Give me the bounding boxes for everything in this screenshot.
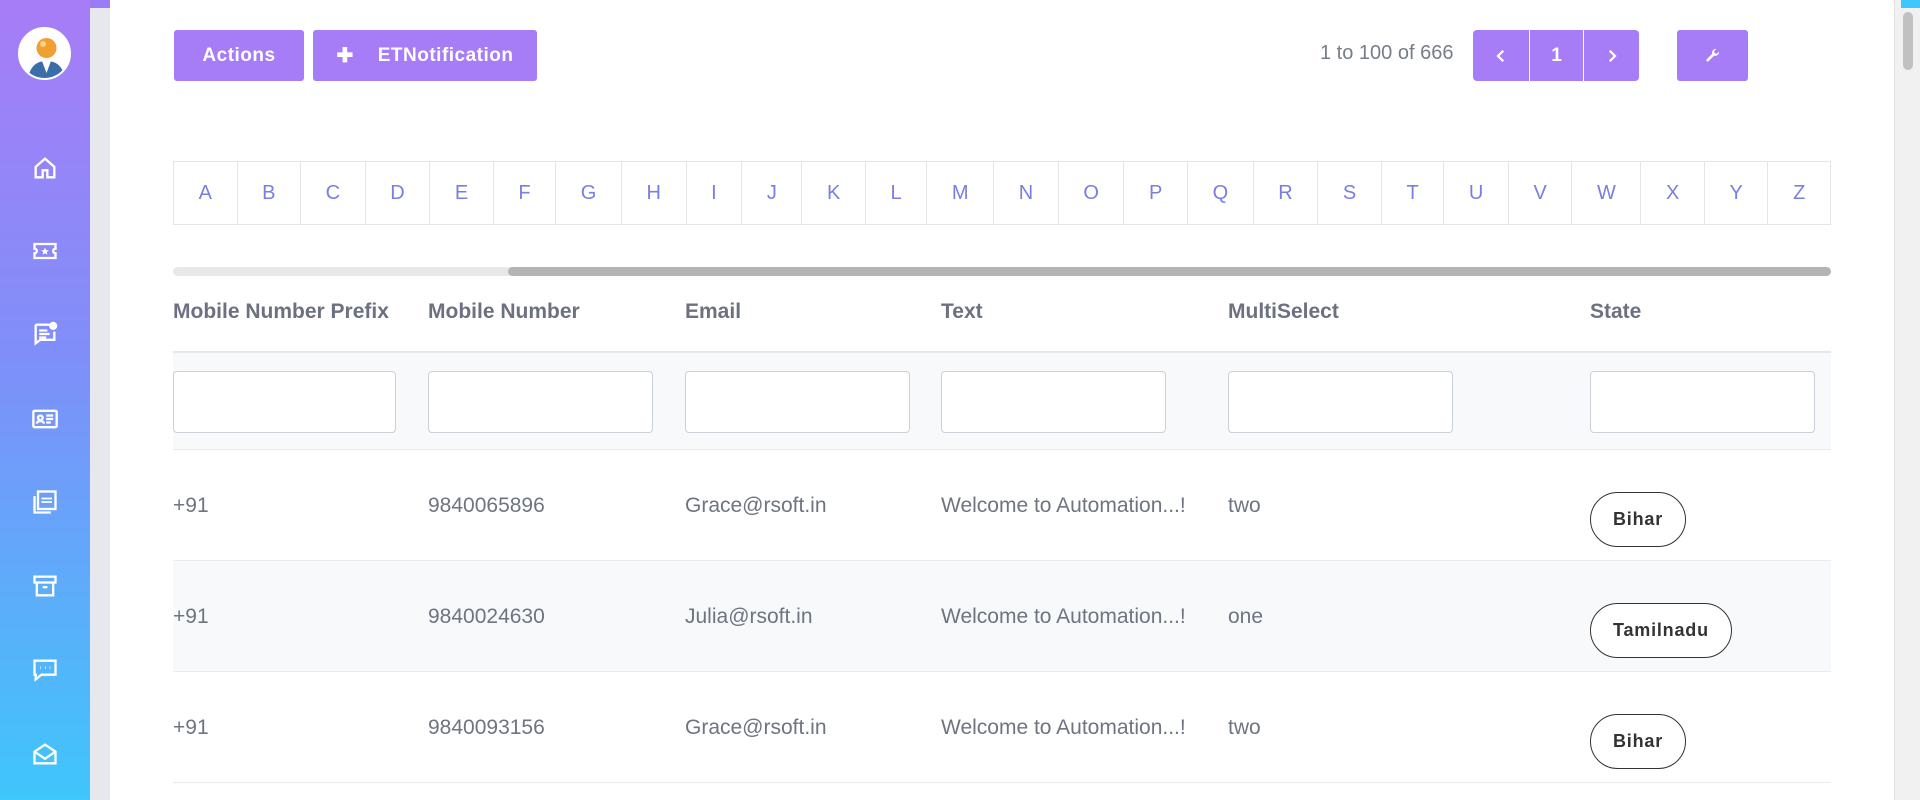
cell-email: Grace@rsoft.in — [685, 716, 827, 739]
data-table: Mobile Number Prefix Mobile Number Email… — [173, 280, 1831, 783]
cell-email: Grace@rsoft.in — [685, 494, 827, 517]
home-icon[interactable] — [29, 152, 61, 184]
next-page-button[interactable] — [1584, 30, 1639, 81]
alphabet-letter-j[interactable]: J — [742, 162, 803, 224]
cell-multiselect: two — [1228, 494, 1261, 517]
horizontal-scrollbar[interactable] — [173, 267, 1831, 276]
mail-open-icon[interactable] — [29, 738, 61, 770]
table-row[interactable]: +91 9840065896 Grace@rsoft.in Welcome to… — [173, 450, 1831, 561]
archive-icon[interactable] — [29, 570, 61, 602]
alphabet-letter-n[interactable]: N — [994, 162, 1059, 224]
cell-multiselect: one — [1228, 605, 1264, 628]
alphabet-letter-f[interactable]: F — [494, 162, 557, 224]
alphabet-filter: ABCDEFGHIJKLMNOPQRSTUVWXYZ — [173, 161, 1831, 225]
table-row[interactable]: +91 9840093156 Grace@rsoft.in Welcome to… — [173, 672, 1831, 783]
cell-mobile-number: 9840024630 — [428, 605, 545, 628]
alphabet-letter-a[interactable]: A — [174, 162, 238, 224]
filter-row — [173, 353, 1831, 450]
state-badge[interactable]: Bihar — [1590, 714, 1687, 769]
alphabet-letter-m[interactable]: M — [927, 162, 995, 224]
user-avatar[interactable] — [18, 27, 71, 80]
pdf-icon[interactable] — [29, 486, 61, 518]
filter-input-text[interactable] — [941, 371, 1166, 433]
alphabet-letter-v[interactable]: V — [1509, 162, 1573, 224]
cell-mobile-prefix: +91 — [173, 494, 209, 517]
current-page-label: 1 — [1551, 44, 1562, 66]
filter-input-multiselect[interactable] — [1228, 371, 1453, 433]
chevron-right-icon — [1608, 49, 1617, 62]
alphabet-letter-r[interactable]: R — [1254, 162, 1319, 224]
ticket-icon[interactable] — [29, 235, 61, 267]
filter-input-email[interactable] — [685, 371, 910, 433]
contact-card-icon[interactable] — [29, 403, 61, 435]
chat-icon[interactable] — [29, 654, 61, 686]
cell-text: Welcome to Automation...! — [941, 716, 1186, 739]
left-gutter — [90, 0, 110, 800]
prev-page-button[interactable] — [1473, 30, 1529, 81]
actions-button[interactable]: Actions — [174, 30, 304, 81]
alphabet-letter-b[interactable]: B — [238, 162, 302, 224]
alphabet-letter-o[interactable]: O — [1059, 162, 1125, 224]
actions-button-label: Actions — [202, 44, 276, 66]
cell-multiselect: two — [1228, 716, 1261, 739]
pagination-range: 1 to 100 of 666 — [1320, 42, 1454, 64]
cell-mobile-prefix: +91 — [173, 605, 209, 628]
et-notification-label: ETNotification — [377, 44, 514, 66]
current-page-button[interactable]: 1 — [1530, 30, 1583, 81]
alphabet-letter-s[interactable]: S — [1318, 162, 1382, 224]
table-row[interactable]: +91 9840024630 Julia@rsoft.in Welcome to… — [173, 561, 1831, 672]
alphabet-letter-h[interactable]: H — [622, 162, 687, 224]
alphabet-letter-k[interactable]: K — [802, 162, 866, 224]
alphabet-letter-g[interactable]: G — [556, 162, 622, 224]
alphabet-letter-l[interactable]: L — [866, 162, 928, 224]
column-header-mobile-prefix[interactable]: Mobile Number Prefix — [173, 300, 389, 324]
horizontal-scrollbar-thumb[interactable] — [508, 267, 1831, 276]
alphabet-letter-y[interactable]: Y — [1705, 162, 1769, 224]
alphabet-letter-p[interactable]: P — [1124, 162, 1188, 224]
column-header-multiselect[interactable]: MultiSelect — [1228, 300, 1339, 324]
filter-input-mobile-number[interactable] — [428, 371, 653, 433]
settings-wrench-button[interactable] — [1677, 30, 1748, 81]
cell-mobile-number: 9840065896 — [428, 494, 545, 517]
alphabet-letter-z[interactable]: Z — [1768, 162, 1829, 224]
sidebar — [0, 0, 90, 800]
alphabet-letter-w[interactable]: W — [1572, 162, 1642, 224]
wrench-icon — [1705, 48, 1719, 61]
alphabet-letter-c[interactable]: C — [301, 162, 366, 224]
state-badge[interactable]: Tamilnadu — [1590, 603, 1732, 658]
alphabet-letter-x[interactable]: X — [1641, 162, 1705, 224]
plus-icon: ✚ — [336, 45, 354, 67]
vertical-scrollbar-thumb[interactable] — [1903, 12, 1913, 70]
cell-mobile-number: 9840093156 — [428, 716, 545, 739]
vertical-scrollbar[interactable] — [1894, 0, 1920, 800]
alphabet-letter-t[interactable]: T — [1382, 162, 1445, 224]
cell-email: Julia@rsoft.in — [685, 605, 813, 628]
filter-input-mobile-prefix[interactable] — [173, 371, 396, 433]
filter-input-state[interactable] — [1590, 371, 1815, 433]
alphabet-letter-d[interactable]: D — [366, 162, 431, 224]
state-badge[interactable]: Bihar — [1590, 492, 1687, 547]
table-header: Mobile Number Prefix Mobile Number Email… — [173, 280, 1831, 353]
column-header-state[interactable]: State — [1590, 300, 1641, 324]
cell-text: Welcome to Automation...! — [941, 605, 1186, 628]
column-header-text[interactable]: Text — [941, 300, 983, 324]
cell-text: Welcome to Automation...! — [941, 494, 1186, 517]
alphabet-letter-e[interactable]: E — [430, 162, 494, 224]
column-header-mobile-number[interactable]: Mobile Number — [428, 300, 580, 324]
alphabet-letter-i[interactable]: I — [687, 162, 743, 224]
cell-mobile-prefix: +91 — [173, 716, 209, 739]
alphabet-letter-u[interactable]: U — [1444, 162, 1509, 224]
chevron-left-icon — [1496, 49, 1505, 62]
notes-icon[interactable] — [29, 318, 61, 350]
alphabet-letter-q[interactable]: Q — [1188, 162, 1254, 224]
column-header-email[interactable]: Email — [685, 300, 741, 324]
et-notification-button[interactable]: ✚ ETNotification — [313, 30, 537, 81]
